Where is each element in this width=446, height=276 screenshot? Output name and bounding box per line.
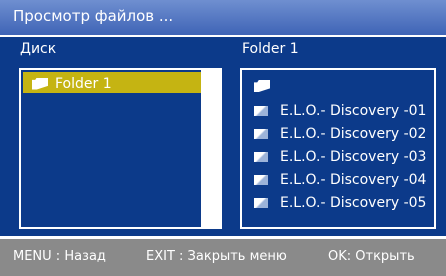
file-list-pane: E.L.O.- Discovery -01 E.L.O.- Discovery … xyxy=(240,68,436,229)
music-file-icon xyxy=(254,105,268,116)
file-list-item[interactable]: E.L.O.- Discovery -01 xyxy=(242,99,434,122)
ok-open-hint: OK: Открыть xyxy=(328,249,415,264)
title-bar: Просмотр файлов ... xyxy=(0,0,446,35)
file-list-item[interactable]: E.L.O.- Discovery -05 xyxy=(242,191,434,214)
music-file-icon xyxy=(254,174,268,185)
file-label: E.L.O.- Discovery -04 xyxy=(280,171,427,188)
file-label: E.L.O.- Discovery -05 xyxy=(280,194,427,211)
file-label: E.L.O.- Discovery -03 xyxy=(280,148,427,165)
menu-back-hint: MENU : Назад xyxy=(13,249,106,264)
disk-header: Диск xyxy=(20,41,57,57)
file-list-item[interactable]: E.L.O.- Discovery -04 xyxy=(242,168,434,191)
folder-list-pane: Folder 1 xyxy=(19,68,203,229)
folder-list-item[interactable]: Folder 1 xyxy=(23,72,201,93)
footer-bar: MENU : Назад EXIT : Закрыть меню OK: Отк… xyxy=(0,239,446,276)
folder-icon xyxy=(32,77,48,90)
folder-item-label: Folder 1 xyxy=(55,75,112,92)
folder-list-scrollbar[interactable] xyxy=(203,68,222,229)
music-file-icon xyxy=(254,128,268,139)
file-list: E.L.O.- Discovery -01 E.L.O.- Discovery … xyxy=(242,99,434,214)
file-list-item[interactable]: E.L.O.- Discovery -03 xyxy=(242,145,434,168)
file-browser: Диск Folder 1 Folder 1 E.L.O.- Discovery… xyxy=(0,37,446,236)
folder-header: Folder 1 xyxy=(242,41,299,57)
music-file-icon xyxy=(254,197,268,208)
file-label: E.L.O.- Discovery -02 xyxy=(280,125,427,142)
file-label: E.L.O.- Discovery -01 xyxy=(280,102,427,119)
exit-close-hint: EXIT : Закрыть меню xyxy=(146,249,287,264)
file-list-item[interactable]: E.L.O.- Discovery -02 xyxy=(242,122,434,145)
music-file-icon xyxy=(254,151,268,162)
window-title: Просмотр файлов ... xyxy=(13,7,174,25)
parent-folder-icon[interactable] xyxy=(254,80,270,92)
